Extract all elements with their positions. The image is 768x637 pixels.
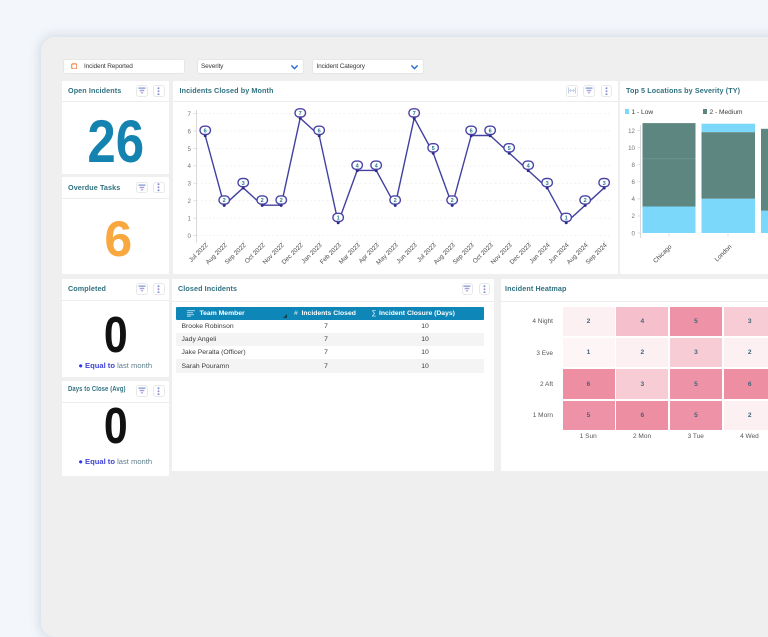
svg-text:Chicago: Chicago bbox=[652, 243, 674, 265]
svg-text:Jun 2023: Jun 2023 bbox=[395, 241, 419, 265]
svg-text:1: 1 bbox=[188, 215, 192, 222]
svg-text:2: 2 bbox=[394, 198, 397, 204]
svg-text:Sep 2022: Sep 2022 bbox=[224, 241, 248, 265]
svg-text:6: 6 bbox=[318, 128, 321, 134]
svg-text:6: 6 bbox=[470, 128, 473, 134]
svg-text:6: 6 bbox=[489, 128, 492, 134]
svg-text:2: 2 bbox=[631, 213, 635, 220]
svg-text:2: 2 bbox=[451, 198, 454, 204]
svg-text:5: 5 bbox=[432, 146, 435, 152]
svg-text:3: 3 bbox=[603, 180, 606, 186]
svg-text:7: 7 bbox=[413, 111, 416, 117]
svg-text:3: 3 bbox=[242, 180, 245, 186]
svg-text:4: 4 bbox=[188, 163, 192, 170]
svg-text:6: 6 bbox=[204, 128, 207, 134]
svg-text:7: 7 bbox=[299, 111, 302, 117]
svg-text:London: London bbox=[713, 243, 733, 263]
svg-text:Sep 2024: Sep 2024 bbox=[585, 241, 609, 265]
svg-text:Sep 2023: Sep 2023 bbox=[452, 241, 476, 265]
svg-text:4: 4 bbox=[631, 196, 635, 203]
svg-text:1: 1 bbox=[337, 215, 340, 221]
svg-text:8: 8 bbox=[631, 162, 635, 169]
svg-text:0: 0 bbox=[188, 232, 192, 239]
svg-text:2: 2 bbox=[280, 198, 283, 204]
svg-text:10: 10 bbox=[628, 144, 635, 151]
svg-text:6: 6 bbox=[188, 128, 192, 135]
svg-text:7: 7 bbox=[188, 110, 192, 117]
svg-text:2: 2 bbox=[223, 198, 226, 204]
svg-text:3: 3 bbox=[188, 180, 192, 187]
svg-text:1: 1 bbox=[565, 215, 568, 221]
svg-text:12: 12 bbox=[628, 127, 635, 134]
svg-text:5: 5 bbox=[508, 146, 511, 152]
svg-text:5: 5 bbox=[188, 145, 192, 152]
svg-text:2: 2 bbox=[188, 198, 192, 205]
svg-text:2: 2 bbox=[261, 198, 264, 204]
svg-text:0: 0 bbox=[631, 230, 635, 237]
svg-text:6: 6 bbox=[631, 179, 635, 186]
svg-text:2: 2 bbox=[584, 198, 587, 204]
svg-text:3: 3 bbox=[546, 180, 549, 186]
